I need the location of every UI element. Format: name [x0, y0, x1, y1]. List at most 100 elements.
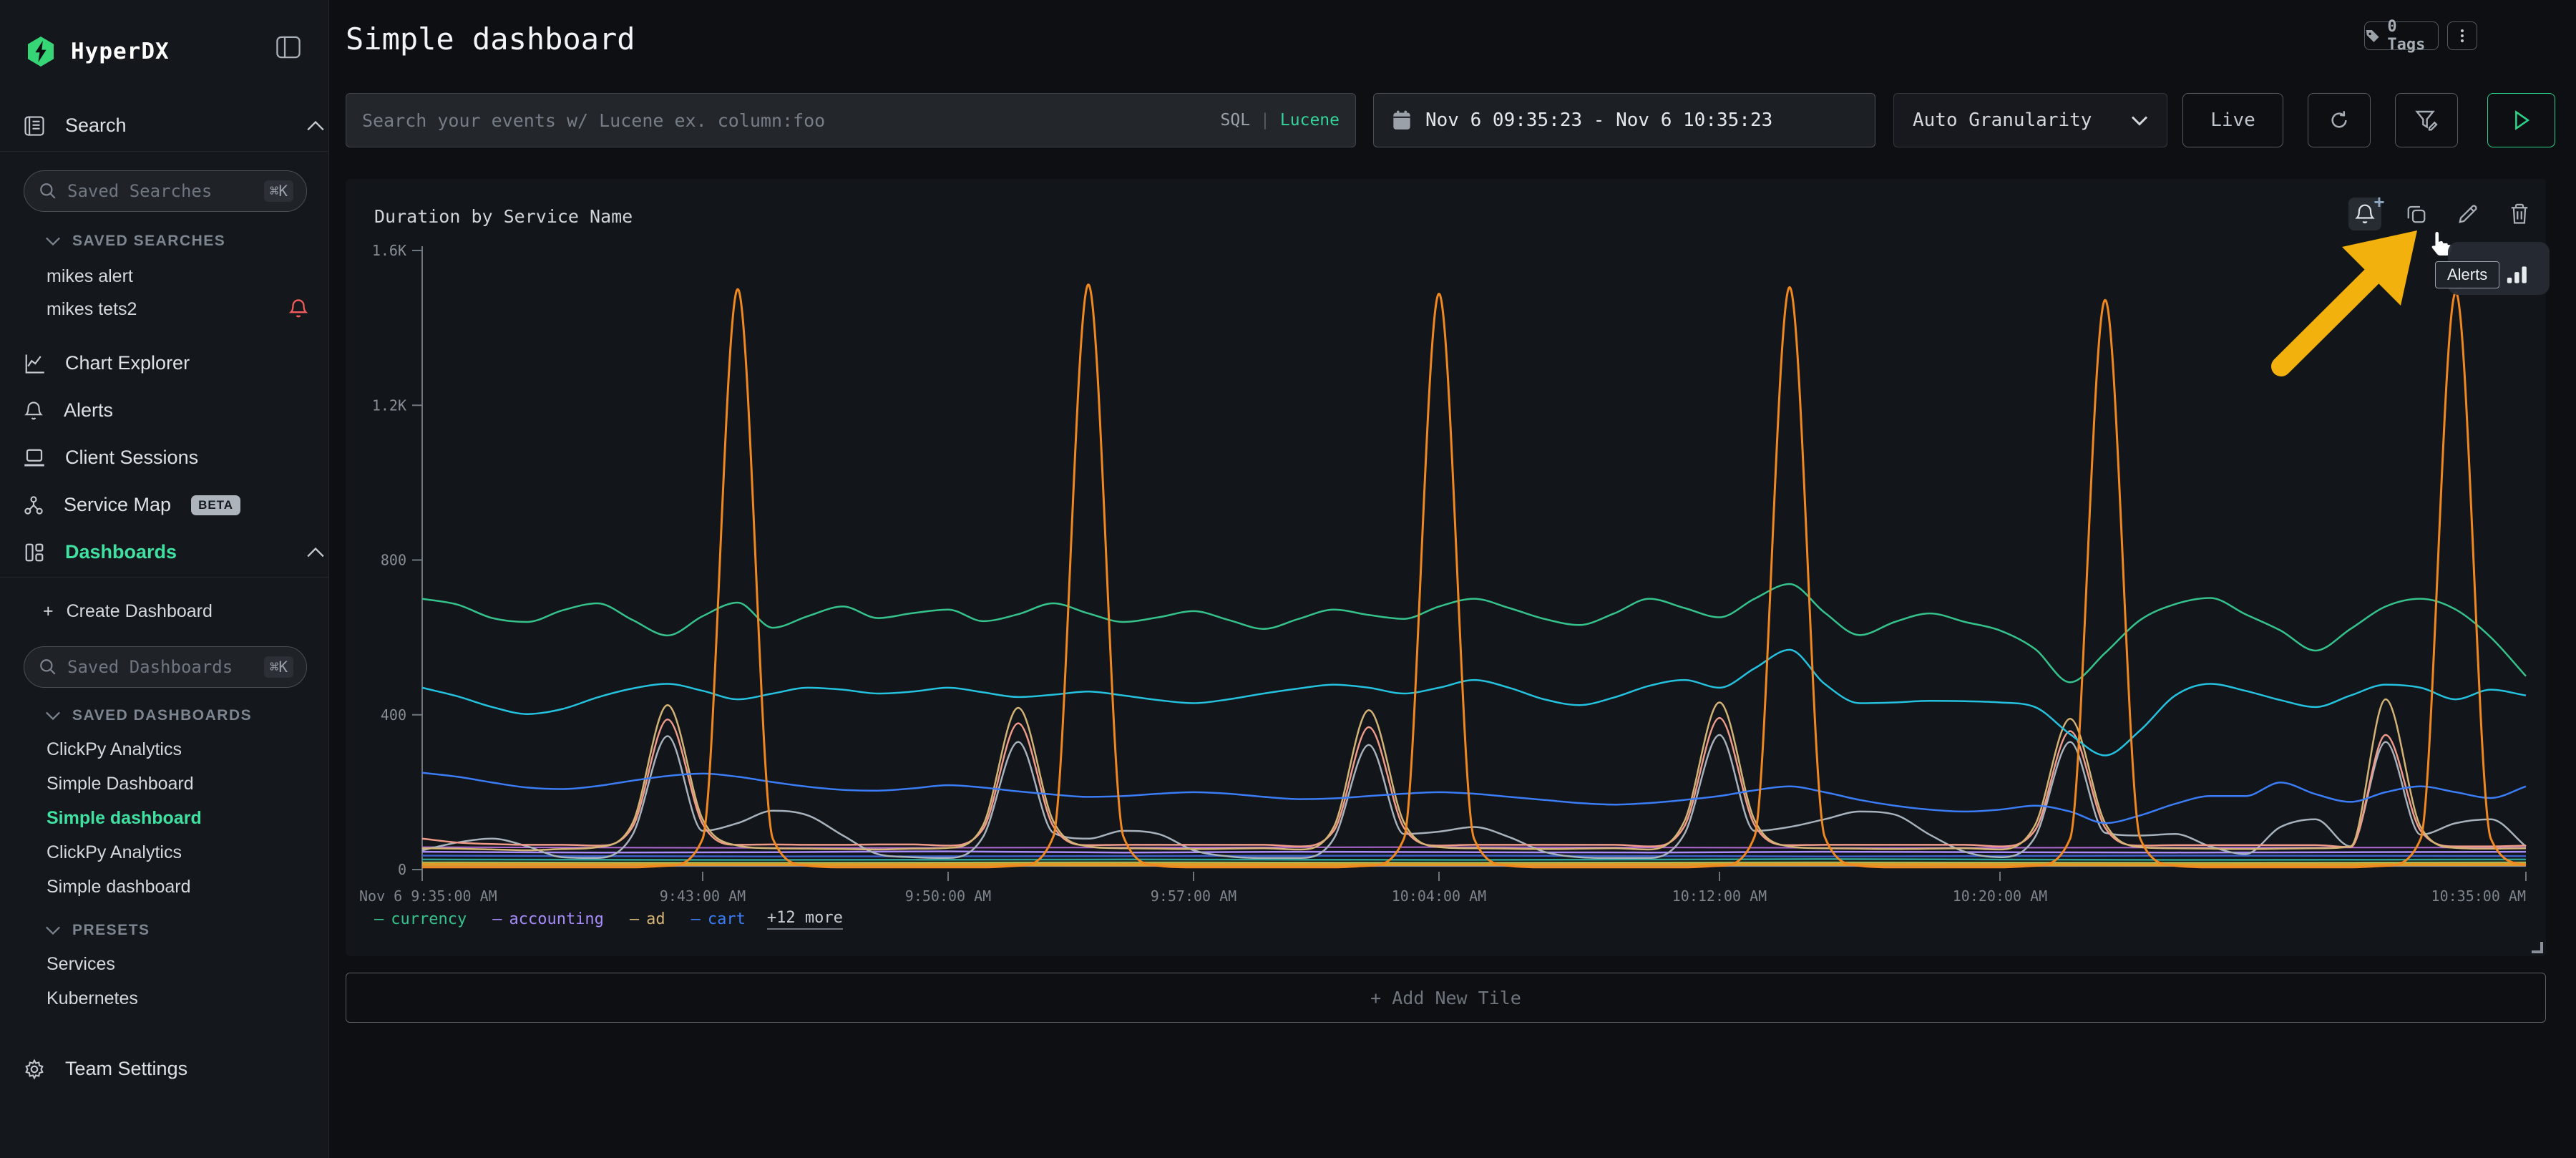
svg-text:10:35:00 AM: 10:35:00 AM [2431, 887, 2526, 905]
sidebar-item-client-sessions[interactable]: Client Sessions [24, 447, 198, 469]
tile-resize-handle[interactable] [2532, 942, 2543, 953]
bell-plus-icon [2354, 203, 2376, 225]
chevron-up-icon[interactable] [306, 547, 325, 558]
chart-legend: —currency —accounting —ad —cart +12 more [374, 909, 843, 930]
chart-bars-icon[interactable] [2505, 262, 2529, 288]
duration-chart[interactable]: 04008001.2K1.6KNov 6 9:35:00 AM9:43:00 A… [346, 179, 2546, 956]
edit-tile-button[interactable] [2451, 198, 2484, 230]
svg-text:10:04:00 AM: 10:04:00 AM [1392, 887, 1486, 905]
saved-dashboards-search[interactable]: ⌘K [24, 646, 307, 688]
saved-dashboard-item[interactable]: ClickPy Analytics [47, 842, 182, 863]
pencil-icon [2457, 203, 2479, 225]
sidebar-item-search[interactable]: Search [24, 115, 127, 137]
saved-dashboards-input[interactable] [67, 657, 254, 677]
series-cart [422, 773, 2526, 823]
preset-item[interactable]: Services [47, 954, 115, 975]
gear-icon [24, 1059, 45, 1080]
sidebar-divider [0, 577, 329, 578]
sidebar-item-dashboards[interactable]: Dashboards [24, 541, 177, 563]
event-search-bar: SQL | Lucene [346, 93, 1356, 147]
dashboard-menu-button[interactable] [2447, 21, 2477, 50]
chevron-up-icon[interactable] [306, 120, 325, 132]
search-icon [39, 182, 57, 200]
saved-searches-header[interactable]: SAVED SEARCHES [45, 233, 225, 250]
saved-dashboard-item-active[interactable]: Simple dashboard [47, 808, 202, 829]
chart-line-icon [24, 353, 45, 374]
event-search-input[interactable] [362, 110, 1221, 131]
copy-icon [2406, 203, 2427, 225]
main-content: Simple dashboard 0 Tags SQL | Lucene Nov… [330, 0, 2576, 1158]
saved-searches-input[interactable] [67, 181, 254, 201]
beta-badge: BETA [191, 495, 240, 515]
kebab-icon [2461, 27, 2464, 44]
date-range-picker[interactable]: Nov 6 09:35:23 - Nov 6 10:35:23 [1373, 93, 1875, 147]
query-language-toggle: SQL | Lucene [1221, 111, 1340, 130]
refresh-button[interactable] [2308, 93, 2371, 147]
series-currency [422, 584, 2526, 682]
tags-button[interactable]: 0 Tags [2364, 21, 2439, 50]
saved-dashboard-item[interactable]: Simple Dashboard [47, 774, 194, 794]
chevron-down-icon [2131, 115, 2148, 126]
sidebar-collapse-button[interactable] [276, 36, 301, 59]
granularity-select[interactable]: Auto Granularity [1893, 93, 2167, 147]
lucene-toggle[interactable]: Lucene [1280, 111, 1340, 130]
series-shipping [422, 856, 2526, 857]
sidebar-divider [0, 151, 329, 152]
saved-dashboards-header[interactable]: SAVED DASHBOARDS [45, 707, 252, 724]
svg-text:Nov 6 9:35:00 AM: Nov 6 9:35:00 AM [359, 887, 497, 905]
sidebar: HyperDX Search ⌘K SAVED SEARCHES mikes a… [0, 0, 329, 1158]
svg-text:9:50:00 AM: 9:50:00 AM [905, 887, 991, 905]
saved-dashboard-item[interactable]: ClickPy Analytics [47, 739, 182, 760]
duplicate-tile-button[interactable] [2400, 198, 2433, 230]
plus-icon: + [2373, 191, 2384, 213]
series-load-generator [422, 864, 2526, 865]
series-accounting [422, 852, 2526, 853]
delete-tile-button[interactable] [2503, 198, 2536, 230]
presets-header[interactable]: PRESETS [45, 922, 150, 939]
legend-item-cart[interactable]: —cart [691, 910, 746, 928]
legend-item-currency[interactable]: —currency [374, 910, 467, 928]
filter-button[interactable] [2395, 93, 2458, 147]
saved-search-item[interactable]: mikes tets2 [47, 299, 137, 320]
tile-action-icons: + [2348, 198, 2536, 230]
plus-icon: + [43, 601, 54, 622]
search-icon [39, 658, 57, 676]
alert-bell-red-icon[interactable] [288, 298, 308, 319]
svg-text:0: 0 [398, 861, 406, 878]
run-query-button[interactable] [2487, 93, 2555, 147]
dashboard-tile: Duration by Service Name 04008001.2K1.6K… [346, 179, 2546, 956]
dashboards-grid-icon [24, 542, 45, 563]
laptop-icon [24, 448, 45, 468]
filter-edit-icon [2415, 109, 2438, 132]
sidebar-item-label: Search [65, 115, 127, 137]
sidebar-item-alerts[interactable]: Alerts [24, 399, 113, 422]
sidebar-item-chart-explorer[interactable]: Chart Explorer [24, 352, 190, 374]
svg-text:9:57:00 AM: 9:57:00 AM [1151, 887, 1236, 905]
add-new-tile-button[interactable]: + Add New Tile [346, 973, 2546, 1023]
svg-text:1.2K: 1.2K [372, 396, 406, 414]
legend-item-ad[interactable]: —ad [630, 910, 665, 928]
sql-toggle[interactable]: SQL [1221, 111, 1251, 130]
create-alert-button[interactable]: + [2348, 198, 2381, 230]
preset-item[interactable]: Kubernetes [47, 988, 138, 1009]
alerts-tooltip: Alerts [2435, 261, 2499, 288]
saved-dashboard-item[interactable]: Simple dashboard [47, 877, 191, 897]
sidebar-item-team-settings[interactable]: Team Settings [24, 1058, 187, 1080]
live-button[interactable]: Live [2182, 93, 2283, 147]
trash-icon [2509, 203, 2529, 225]
legend-item-accounting[interactable]: —accounting [492, 910, 604, 928]
chevron-down-icon [45, 711, 61, 721]
search-section-icon [24, 115, 45, 137]
saved-searches-search[interactable]: ⌘K [24, 170, 307, 212]
svg-text:400: 400 [381, 706, 406, 724]
brand-row: HyperDX [24, 34, 170, 69]
tag-icon [2365, 27, 2380, 44]
sidebar-item-service-map[interactable]: Service Map BETA [24, 494, 240, 516]
create-dashboard-button[interactable]: + Create Dashboard [43, 601, 213, 622]
series-frauddetection [422, 285, 2526, 867]
legend-more[interactable]: +12 more [767, 909, 843, 930]
saved-search-item[interactable]: mikes alert [47, 266, 133, 287]
svg-text:10:20:00 AM: 10:20:00 AM [1953, 887, 2047, 905]
bell-icon [24, 400, 44, 422]
refresh-icon [2328, 109, 2351, 132]
